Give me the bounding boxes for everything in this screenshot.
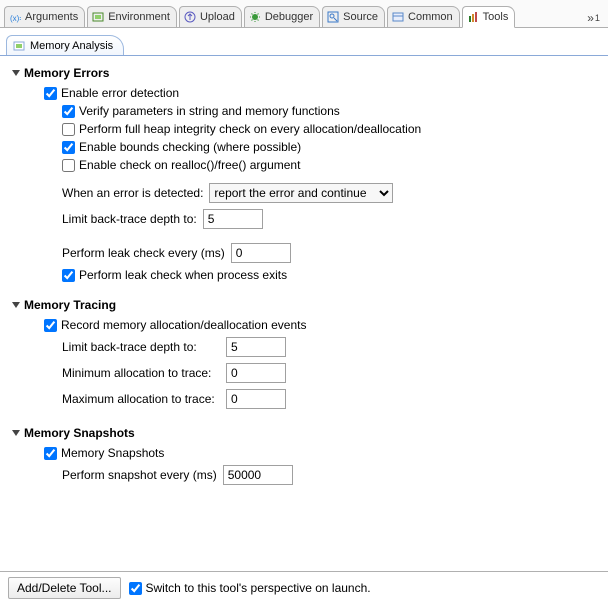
- leak-on-exit-label: Perform leak check when process exits: [79, 268, 287, 282]
- tab-debugger[interactable]: Debugger: [244, 6, 320, 27]
- record-alloc-events-checkbox[interactable]: [44, 319, 57, 332]
- full-heap-check-checkbox[interactable]: [62, 123, 75, 136]
- tool-tab-bar: Memory Analysis: [0, 28, 608, 56]
- debugger-icon: [249, 11, 261, 23]
- common-icon: [392, 11, 404, 23]
- chevron-down-icon: [12, 70, 20, 76]
- on-error-label: When an error is detected:: [62, 186, 203, 200]
- svg-text:(x)=: (x)=: [10, 14, 21, 23]
- verify-params-checkbox[interactable]: [62, 105, 75, 118]
- min-alloc-label: Minimum allocation to trace:: [62, 366, 220, 380]
- bottom-bar: Add/Delete Tool... Switch to this tool's…: [0, 572, 608, 604]
- min-alloc-input[interactable]: [226, 363, 286, 383]
- tab-arguments-label: Arguments: [25, 11, 78, 23]
- tab-debugger-label: Debugger: [265, 11, 313, 23]
- realloc-free-check-label: Enable check on realloc()/free() argumen…: [79, 158, 300, 172]
- snapshot-every-label: Perform snapshot every (ms): [62, 468, 217, 482]
- arguments-icon: (x)=: [9, 11, 21, 23]
- tab-arguments[interactable]: (x)= Arguments: [4, 6, 85, 27]
- tab-environment-label: Environment: [108, 11, 170, 23]
- tab-source[interactable]: Source: [322, 6, 385, 27]
- chevron-down-icon: [12, 430, 20, 436]
- source-icon: [327, 11, 339, 23]
- subtab-memory-analysis[interactable]: Memory Analysis: [6, 35, 124, 55]
- switch-perspective-checkbox[interactable]: [129, 582, 142, 595]
- section-title: Memory Snapshots: [24, 426, 135, 440]
- section-header-memory-snapshots[interactable]: Memory Snapshots: [12, 422, 590, 442]
- tab-overflow-button[interactable]: »1: [583, 9, 604, 27]
- switch-perspective-label: Switch to this tool's perspective on lau…: [146, 581, 371, 595]
- tracing-backtrace-input[interactable]: [226, 337, 286, 357]
- add-delete-tool-button[interactable]: Add/Delete Tool...: [8, 577, 121, 599]
- tab-overflow-count: 1: [595, 13, 600, 23]
- tracing-backtrace-label: Limit back-trace depth to:: [62, 340, 220, 354]
- memory-snapshots-label: Memory Snapshots: [61, 446, 164, 460]
- full-heap-check-label: Perform full heap integrity check on eve…: [79, 122, 421, 136]
- enable-error-detection-checkbox[interactable]: [44, 87, 57, 100]
- upload-icon: [184, 11, 196, 23]
- on-error-select[interactable]: report the error and continue: [209, 183, 393, 203]
- section-title: Memory Tracing: [24, 298, 116, 312]
- tab-source-label: Source: [343, 11, 378, 23]
- leak-on-exit-checkbox[interactable]: [62, 269, 75, 282]
- main-tab-bar: (x)= Arguments Environment Upload Debugg…: [0, 0, 608, 28]
- tab-upload-label: Upload: [200, 11, 235, 23]
- memory-analysis-icon: [13, 40, 25, 52]
- tab-common[interactable]: Common: [387, 6, 460, 27]
- section-title: Memory Errors: [24, 66, 109, 80]
- errors-backtrace-label: Limit back-trace depth to:: [62, 212, 197, 226]
- memory-snapshots-checkbox[interactable]: [44, 447, 57, 460]
- max-alloc-input[interactable]: [226, 389, 286, 409]
- section-header-memory-errors[interactable]: Memory Errors: [12, 62, 590, 82]
- section-header-memory-tracing[interactable]: Memory Tracing: [12, 294, 590, 314]
- enable-error-detection-label: Enable error detection: [61, 86, 179, 100]
- tab-tools-label: Tools: [483, 11, 509, 23]
- record-alloc-events-label: Record memory allocation/deallocation ev…: [61, 318, 306, 332]
- tab-tools[interactable]: Tools: [462, 6, 516, 28]
- errors-backtrace-input[interactable]: [203, 209, 263, 229]
- bounds-check-label: Enable bounds checking (where possible): [79, 140, 301, 154]
- environment-icon: [92, 11, 104, 23]
- snapshot-every-input[interactable]: [223, 465, 293, 485]
- tab-common-label: Common: [408, 11, 453, 23]
- tab-upload[interactable]: Upload: [179, 6, 242, 27]
- leak-every-input[interactable]: [231, 243, 291, 263]
- realloc-free-check-checkbox[interactable]: [62, 159, 75, 172]
- chevron-down-icon: [12, 302, 20, 308]
- tools-icon: [467, 11, 479, 23]
- leak-every-label: Perform leak check every (ms): [62, 246, 225, 260]
- verify-params-label: Verify parameters in string and memory f…: [79, 104, 340, 118]
- max-alloc-label: Maximum allocation to trace:: [62, 392, 220, 406]
- subtab-memory-analysis-label: Memory Analysis: [30, 40, 113, 52]
- settings-scroll-area[interactable]: Memory Errors Enable error detection Ver…: [0, 56, 608, 571]
- tab-environment[interactable]: Environment: [87, 6, 177, 27]
- bounds-check-checkbox[interactable]: [62, 141, 75, 154]
